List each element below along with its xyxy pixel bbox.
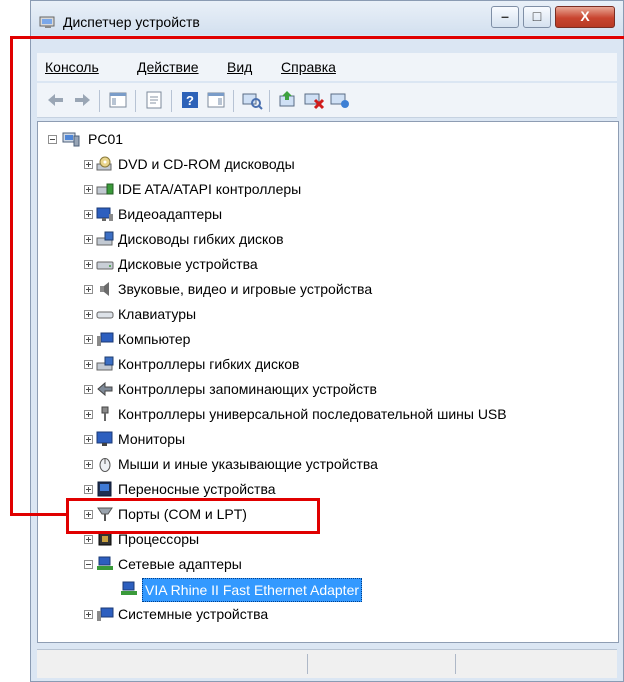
floppy-drive-icon <box>96 231 114 246</box>
expand-icon[interactable] <box>84 185 93 194</box>
tree-item-label: IDE ATA/ATAPI контроллеры <box>118 181 302 197</box>
uninstall-device-icon[interactable] <box>329 90 351 110</box>
expand-icon[interactable] <box>84 435 93 444</box>
tree-item-label: Мониторы <box>118 431 186 447</box>
tree-item-label: Системные устройства <box>118 606 269 622</box>
annotation-line-left <box>10 36 13 516</box>
expand-icon[interactable] <box>84 460 93 469</box>
portable-device-icon <box>97 481 112 497</box>
close-icon: X <box>580 8 590 24</box>
collapse-icon[interactable] <box>84 560 93 569</box>
dvd-drive-icon <box>96 156 112 171</box>
tree-item-label: Порты (COM и LPT) <box>118 506 247 522</box>
expand-icon[interactable] <box>84 335 93 344</box>
toolbar: ? <box>37 83 617 118</box>
computer-icon <box>97 332 114 346</box>
tree-root-label: PC01 <box>88 131 124 147</box>
tree-item-label: Компьютер <box>118 331 191 347</box>
device-manager-window: Диспетчер устройств – □ X Консоль Действ… <box>30 0 624 682</box>
toolbar-separator <box>135 90 136 112</box>
expand-icon[interactable] <box>84 410 93 419</box>
tree-item-label: Переносные устройства <box>118 481 276 497</box>
maximize-icon: □ <box>532 8 542 24</box>
back-icon[interactable] <box>45 90 67 110</box>
mouse-icon <box>99 458 111 472</box>
tree-item-label: Дисковые устройства <box>118 256 258 272</box>
close-button[interactable]: X <box>555 6 615 28</box>
expand-icon[interactable] <box>84 310 93 319</box>
expand-icon[interactable] <box>84 285 93 294</box>
display-adapter-icon <box>96 207 113 221</box>
maximize-button[interactable]: □ <box>523 6 551 28</box>
expand-icon[interactable] <box>84 535 93 544</box>
menu-action[interactable]: Действие <box>137 59 199 75</box>
update-driver-icon[interactable] <box>277 90 299 110</box>
disable-device-icon[interactable] <box>303 90 325 110</box>
tree-item-label: Клавиатуры <box>118 306 197 322</box>
tree-item-label: Дисководы гибких дисков <box>118 231 284 247</box>
menu-bar: Консоль Действие Вид Справка <box>37 53 617 81</box>
tree-item-label: Звуковые, видео и игровые устройства <box>118 281 373 297</box>
status-separator <box>307 654 308 674</box>
processor-icon <box>98 532 112 546</box>
console-tree-icon[interactable] <box>107 90 129 110</box>
floppy-controller-icon <box>96 356 114 371</box>
forward-icon[interactable] <box>71 90 93 110</box>
storage-controller-icon <box>97 381 113 397</box>
toolbar-separator <box>233 90 234 112</box>
help-icon[interactable]: ? <box>179 90 201 110</box>
toolbar-separator <box>99 90 100 112</box>
menu-view[interactable]: Вид <box>227 59 252 75</box>
collapse-icon[interactable] <box>48 135 57 144</box>
expand-icon[interactable] <box>84 610 93 619</box>
network-adapter-icon <box>97 556 113 570</box>
menu-console[interactable]: Консоль <box>45 59 99 75</box>
tree-item-label: Контроллеры запоминающих устройств <box>118 381 377 397</box>
expand-icon[interactable] <box>84 210 93 219</box>
expand-icon[interactable] <box>84 385 93 394</box>
selected-device-label: VIA Rhine II Fast Ethernet Adapter <box>142 578 363 602</box>
menu-help[interactable]: Справка <box>281 59 336 75</box>
tree-item-label: DVD и CD-ROM дисководы <box>118 156 295 172</box>
speaker-icon <box>100 282 109 296</box>
expand-icon[interactable] <box>84 260 93 269</box>
device-manager-app-icon <box>39 16 55 28</box>
tree-item-label: Процессоры <box>118 531 200 547</box>
minimize-button[interactable]: – <box>491 6 519 28</box>
tree-item-label: Сетевые адаптеры <box>118 556 242 572</box>
disk-drive-icon <box>96 261 114 270</box>
monitor-icon <box>96 431 113 446</box>
svg-text:?: ? <box>186 93 194 108</box>
window-title: Диспетчер устройств <box>63 14 200 30</box>
expand-icon[interactable] <box>84 360 93 369</box>
usb-icon <box>101 406 109 421</box>
port-icon <box>97 507 113 521</box>
action-pane-icon[interactable] <box>205 90 227 110</box>
scan-hardware-icon[interactable] <box>241 90 263 110</box>
computer-icon <box>62 132 80 147</box>
keyboard-icon <box>96 311 114 319</box>
properties-icon[interactable] <box>143 90 165 110</box>
system-device-icon <box>97 607 114 621</box>
toolbar-separator <box>171 90 172 112</box>
expand-icon[interactable] <box>84 235 93 244</box>
tree-item-label: Контроллеры гибких дисков <box>118 356 300 372</box>
expand-icon[interactable] <box>84 160 93 169</box>
tree-item-label: Мыши и иные указывающие устройства <box>118 456 378 472</box>
network-card-icon <box>121 581 137 595</box>
ide-controller-icon <box>96 183 114 195</box>
status-separator <box>455 654 456 674</box>
tree-item-label: Видеоадаптеры <box>118 206 223 222</box>
status-bar <box>37 649 617 678</box>
toolbar-separator <box>269 90 270 112</box>
device-tree[interactable]: PC01 DVD и CD-ROM дисководы IDE ATA/ATAP… <box>37 121 619 643</box>
expand-icon[interactable] <box>84 485 93 494</box>
tree-item-label: Контроллеры универсальной последовательн… <box>118 406 507 422</box>
expand-icon[interactable] <box>84 510 93 519</box>
minimize-icon: – <box>501 8 509 24</box>
title-bar[interactable]: Диспетчер устройств – □ X <box>31 1 623 35</box>
